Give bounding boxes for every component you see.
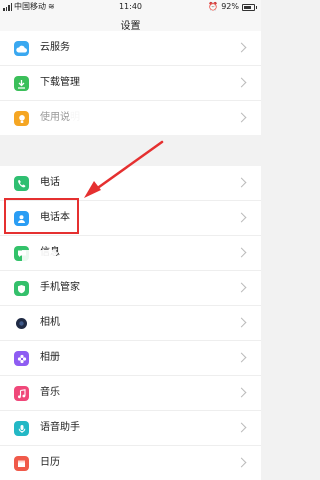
watermark-smudge <box>22 250 56 266</box>
chevron-right-icon <box>236 77 247 88</box>
settings-item-label: 下载管理 <box>40 77 80 88</box>
phone-icon <box>14 176 29 191</box>
chevron-right-icon <box>236 42 247 53</box>
settings-item-label: 相机 <box>40 317 60 328</box>
settings-item-calendar[interactable]: 日历 <box>0 446 261 480</box>
chevron-right-icon <box>236 212 247 223</box>
settings-item-label: 手机管家 <box>40 282 80 293</box>
bulb-icon <box>14 111 29 126</box>
settings-item-label: 音乐 <box>40 387 60 398</box>
chevron-right-icon <box>236 317 247 328</box>
alarm-icon: ⏰ <box>208 2 219 11</box>
calendar-icon <box>14 456 29 471</box>
settings-item-label: 云服务 <box>40 42 70 53</box>
settings-item-label: 日历 <box>40 457 60 468</box>
chevron-right-icon <box>236 422 247 433</box>
settings-item-label: 语音助手 <box>40 422 80 433</box>
chevron-right-icon <box>236 282 247 293</box>
chevron-right-icon <box>236 457 247 468</box>
mic-icon <box>14 421 29 436</box>
download-icon <box>14 76 29 91</box>
settings-item-label: 相册 <box>40 352 60 363</box>
music-icon <box>14 386 29 401</box>
flower-icon <box>14 351 29 366</box>
cloud-icon <box>14 41 29 56</box>
settings-item-camera[interactable]: 相机 <box>0 306 261 341</box>
settings-group-1: 云服务 下载管理 使用说明 <box>0 31 261 135</box>
chevron-right-icon <box>236 352 247 363</box>
watermark-smudge <box>70 104 100 128</box>
chevron-right-icon <box>236 177 247 188</box>
settings-item-gallery[interactable]: 相册 <box>0 341 261 376</box>
chevron-right-icon <box>236 247 247 258</box>
settings-item-cloud[interactable]: 云服务 <box>0 31 261 66</box>
highlight-box <box>4 198 79 234</box>
battery-percent: 92% <box>221 2 239 11</box>
shield-icon <box>14 281 29 296</box>
camera-icon <box>14 316 29 331</box>
settings-item-music[interactable]: 音乐 <box>0 376 261 411</box>
settings-item-downloads[interactable]: 下载管理 <box>0 66 261 101</box>
chevron-right-icon <box>236 112 247 123</box>
settings-item-phone[interactable]: 电话 <box>0 166 261 201</box>
status-bar: 中国移动 ≋ 11:40 ⏰ 92% <box>0 0 261 14</box>
settings-item-voice-assistant[interactable]: 语音助手 <box>0 411 261 446</box>
settings-item-phone-manager[interactable]: 手机管家 <box>0 271 261 306</box>
settings-item-manual[interactable]: 使用说明 <box>0 101 261 135</box>
chevron-right-icon <box>236 387 247 398</box>
settings-item-label: 电话 <box>40 177 60 188</box>
battery-icon <box>242 3 257 11</box>
